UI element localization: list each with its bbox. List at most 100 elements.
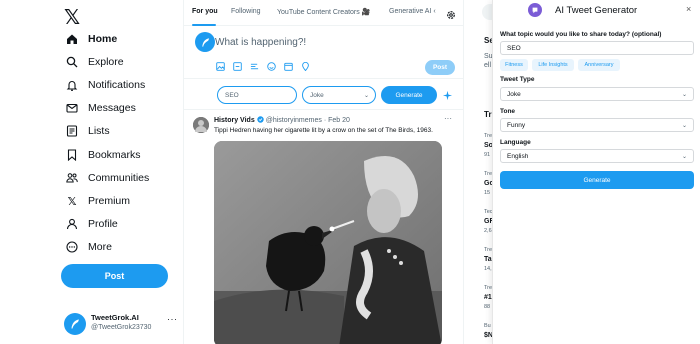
feather-icon	[71, 319, 79, 329]
gif-icon[interactable]	[233, 62, 243, 72]
tweet-type-dropdown-value: Joke	[507, 90, 521, 98]
sidebar-snippet: 2,6	[484, 228, 492, 234]
nav-label: Profile	[88, 218, 118, 230]
language-dropdown-value: English	[507, 152, 529, 160]
topic-field[interactable]: SEO	[500, 41, 694, 55]
tab-following[interactable]: Following	[231, 8, 261, 15]
account-more-icon[interactable]: ···	[167, 314, 178, 324]
nav-item-profile[interactable]: Profile	[66, 215, 118, 233]
tweet-photo[interactable]	[214, 141, 442, 344]
topic-chip-life-insights[interactable]: Life Insights	[532, 59, 574, 71]
bell-icon	[66, 79, 78, 91]
more-circle-icon	[66, 241, 78, 253]
composer-input[interactable]: What is happening?!	[215, 37, 306, 48]
sidebar-snippet: Ta	[484, 256, 492, 263]
composer-post-button[interactable]: Post	[425, 60, 455, 75]
tweet-header: History Vids @historyinmemes · Feb 20	[214, 116, 350, 125]
nav-label: Premium	[88, 195, 131, 207]
poll-icon[interactable]	[250, 62, 260, 72]
left-sidebar: 𝕏 Home Explore Notifications Messages Li…	[0, 0, 184, 344]
close-icon[interactable]: ×	[686, 4, 691, 14]
nav-label: Explore	[88, 56, 124, 68]
post-button[interactable]: Post	[61, 264, 168, 288]
sidebar-snippet: 15	[484, 190, 491, 196]
nav-label: Home	[88, 33, 118, 45]
sidebar-snippet: Tre	[484, 171, 493, 177]
panel-title: AI Tweet Generator	[555, 5, 638, 16]
tweet-date[interactable]: · Feb 20	[324, 117, 350, 124]
x-icon: 𝕏	[67, 195, 77, 208]
nav-item-more[interactable]: More	[66, 238, 112, 256]
list-icon	[66, 125, 78, 137]
generate-button[interactable]: Generate	[381, 86, 437, 104]
avatar	[195, 32, 215, 52]
panel-generate-button[interactable]: Generate	[500, 171, 694, 189]
schedule-icon[interactable]	[284, 62, 294, 72]
tweet-type-dropdown[interactable]: Joke ⌄	[500, 87, 694, 101]
account-handle: @TweetGrok23730	[91, 324, 152, 331]
language-label: Language	[500, 139, 531, 146]
verified-badge-icon	[256, 116, 264, 125]
tweet-more-icon[interactable]: ···	[444, 114, 452, 123]
home-icon	[66, 33, 78, 45]
image-icon[interactable]	[216, 62, 226, 72]
emoji-icon[interactable]	[267, 62, 277, 72]
search-icon	[66, 56, 78, 68]
language-dropdown[interactable]: English ⌄	[500, 149, 694, 163]
app-logo-icon	[528, 3, 542, 17]
bookmark-icon	[66, 149, 78, 161]
location-icon[interactable]	[301, 62, 311, 72]
chevron-down-icon: ⌄	[681, 122, 687, 129]
tone-dropdown-value: Funny	[507, 121, 526, 129]
nav-item-explore[interactable]: Explore	[66, 53, 124, 71]
timeline-tabs: For you Following YouTube Content Creato…	[184, 0, 464, 26]
tab-for-you[interactable]: For you	[192, 8, 218, 15]
tab-generative-ai[interactable]: Generative AI ‹	[389, 8, 436, 15]
nav-item-communities[interactable]: Communities	[66, 169, 149, 187]
tweet-text: Tippi Hedren having her cigarette lit by…	[214, 127, 433, 134]
nav-label: Messages	[88, 102, 136, 114]
sidebar-snippet: Bu	[484, 323, 491, 329]
topic-chip-fitness[interactable]: Fitness	[500, 59, 528, 71]
nav-item-lists[interactable]: Lists	[66, 122, 110, 140]
gear-icon[interactable]	[446, 7, 456, 25]
account-name: TweetGrok.AI	[91, 313, 139, 322]
topic-input[interactable]: SEO	[217, 86, 297, 104]
tab-youtube-content-creators[interactable]: YouTube Content Creators 🎥	[277, 8, 370, 16]
tweet-card[interactable]: History Vids @historyinmemes · Feb 20 ··…	[184, 111, 464, 344]
nav-item-messages[interactable]: Messages	[66, 99, 136, 117]
right-sidebar: Se Su ell Tr Tre So 91 Tre Go 15 Tec GF …	[464, 0, 494, 344]
quick-generator-row: SEO Joke ⌄ Generate	[184, 80, 464, 110]
x-logo-icon[interactable]: 𝕏	[64, 5, 80, 30]
nav-item-premium[interactable]: 𝕏 Premium	[66, 192, 130, 210]
chevron-down-icon: ⌄	[681, 153, 687, 160]
nav-label: Bookmarks	[88, 149, 141, 161]
people-icon	[66, 172, 78, 184]
avatar[interactable]	[193, 117, 209, 133]
nav-item-notifications[interactable]: Notifications	[66, 76, 145, 94]
sparkle-settings-icon[interactable]	[442, 88, 453, 106]
tweet-author-handle[interactable]: @historyinmemes	[266, 117, 322, 124]
tone-dropdown[interactable]: Funny ⌄	[500, 118, 694, 132]
tweet-author-name[interactable]: History Vids	[214, 117, 255, 124]
envelope-icon	[66, 102, 78, 114]
composer-toolbar	[216, 62, 311, 72]
sidebar-snippet: Tre	[484, 285, 493, 291]
ai-tweet-generator-panel: AI Tweet Generator × What topic would yo…	[492, 0, 700, 344]
sidebar-snippet: 88	[484, 304, 491, 310]
nav-item-home[interactable]: Home	[66, 30, 117, 48]
topic-field-value: SEO	[507, 44, 521, 52]
person-icon	[66, 218, 78, 230]
nav-item-bookmarks[interactable]: Bookmarks	[66, 146, 141, 164]
tweet-composer: What is happening?! Post	[184, 27, 464, 79]
nav-label: Communities	[88, 172, 150, 184]
sidebar-snippet: Tre	[484, 247, 493, 253]
tone-label: Tone	[500, 108, 516, 115]
topic-chip-anniversary[interactable]: Anniversary	[578, 59, 620, 71]
sidebar-snippet: #1	[484, 294, 492, 301]
account-switcher[interactable]: TweetGrok.AI @TweetGrok23730 ···	[64, 310, 182, 340]
topic-label: What topic would you like to share today…	[500, 31, 662, 38]
tweet-type-label: Tweet Type	[500, 76, 535, 83]
tweet-type-select[interactable]: Joke ⌄	[302, 86, 376, 104]
chevron-down-icon: ⌄	[363, 92, 369, 99]
